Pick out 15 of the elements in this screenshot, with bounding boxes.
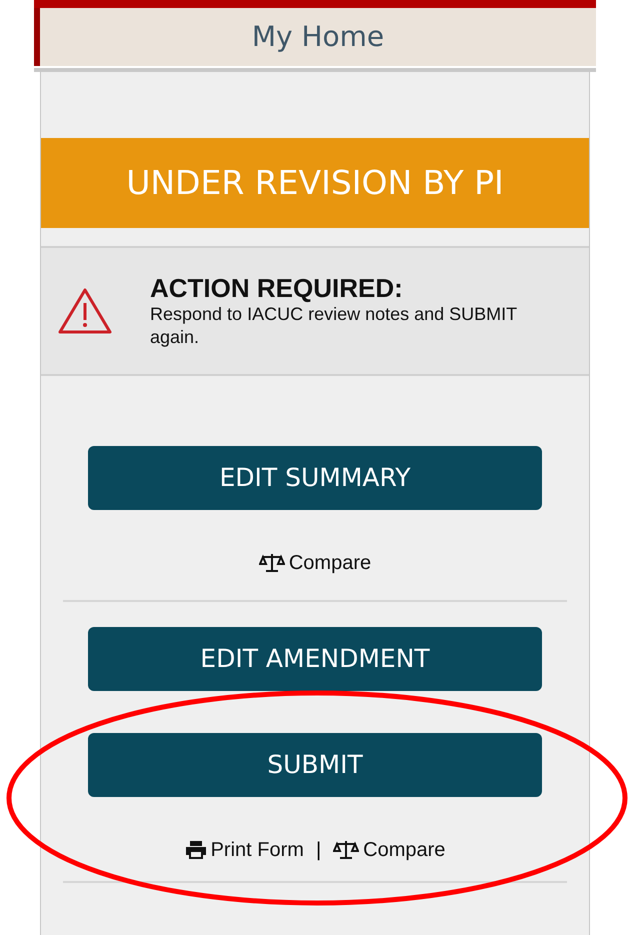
- compare-link[interactable]: Compare: [333, 835, 446, 865]
- scale-icon: [333, 840, 360, 860]
- status-banner: UNDER REVISION BY PI: [41, 138, 589, 228]
- my-home-tab[interactable]: My Home: [40, 8, 596, 66]
- alert-message: Respond to IACUC review notes and SUBMIT again.: [150, 303, 518, 349]
- printer-icon: [184, 840, 207, 860]
- action-button[interactable]: EDIT AMENDMENT: [88, 627, 542, 691]
- print-form-link[interactable]: Print Form: [184, 835, 304, 865]
- alert-title: ACTION REQUIRED:: [150, 273, 404, 303]
- warning-icon: [58, 287, 112, 335]
- scale-icon: [258, 553, 285, 573]
- action-button[interactable]: EDIT SUMMARY: [88, 446, 542, 510]
- action-button[interactable]: SUBMIT: [88, 733, 542, 797]
- link-separator: |: [316, 838, 322, 863]
- compare-link[interactable]: Compare: [258, 548, 372, 578]
